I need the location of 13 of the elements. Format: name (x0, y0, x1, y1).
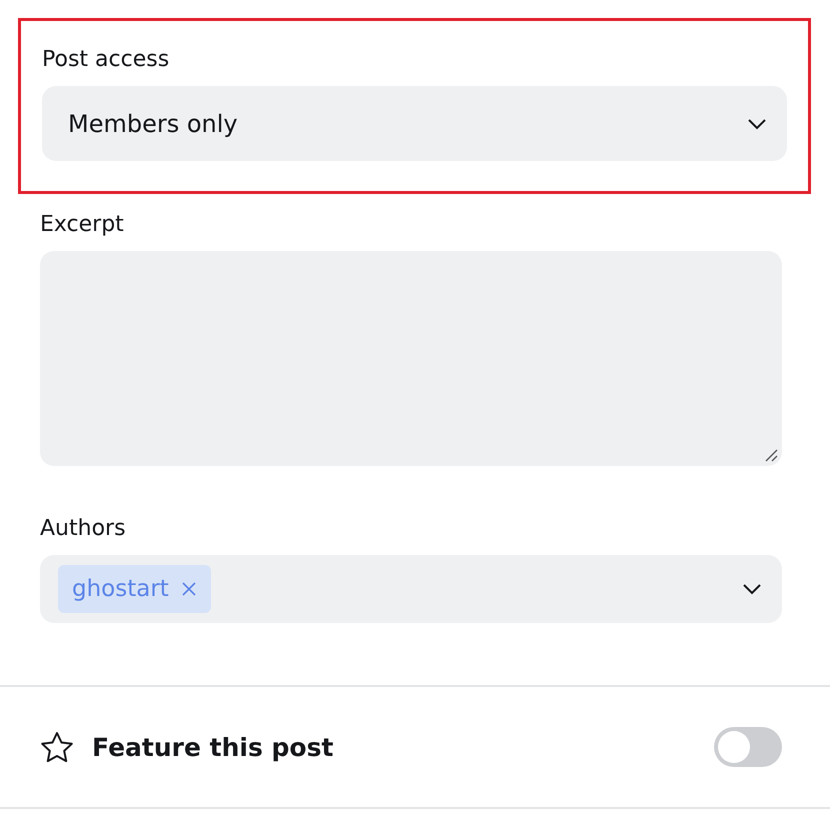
chevron-down-icon (742, 583, 762, 595)
feature-label: Feature this post (92, 732, 334, 762)
field-label: Post access (42, 47, 170, 72)
author-name: ghostart (72, 576, 169, 602)
access-select[interactable]: Members only (42, 86, 787, 161)
star-icon (40, 731, 74, 763)
field-label: Excerpt (40, 212, 125, 237)
remove-icon[interactable] (180, 581, 197, 597)
chevron-down-icon (747, 118, 767, 130)
field-label: Authors (40, 516, 127, 541)
resize-handle-icon[interactable] (764, 448, 778, 462)
feature-toggle[interactable] (714, 727, 782, 767)
excerpt-field[interactable] (40, 251, 782, 466)
